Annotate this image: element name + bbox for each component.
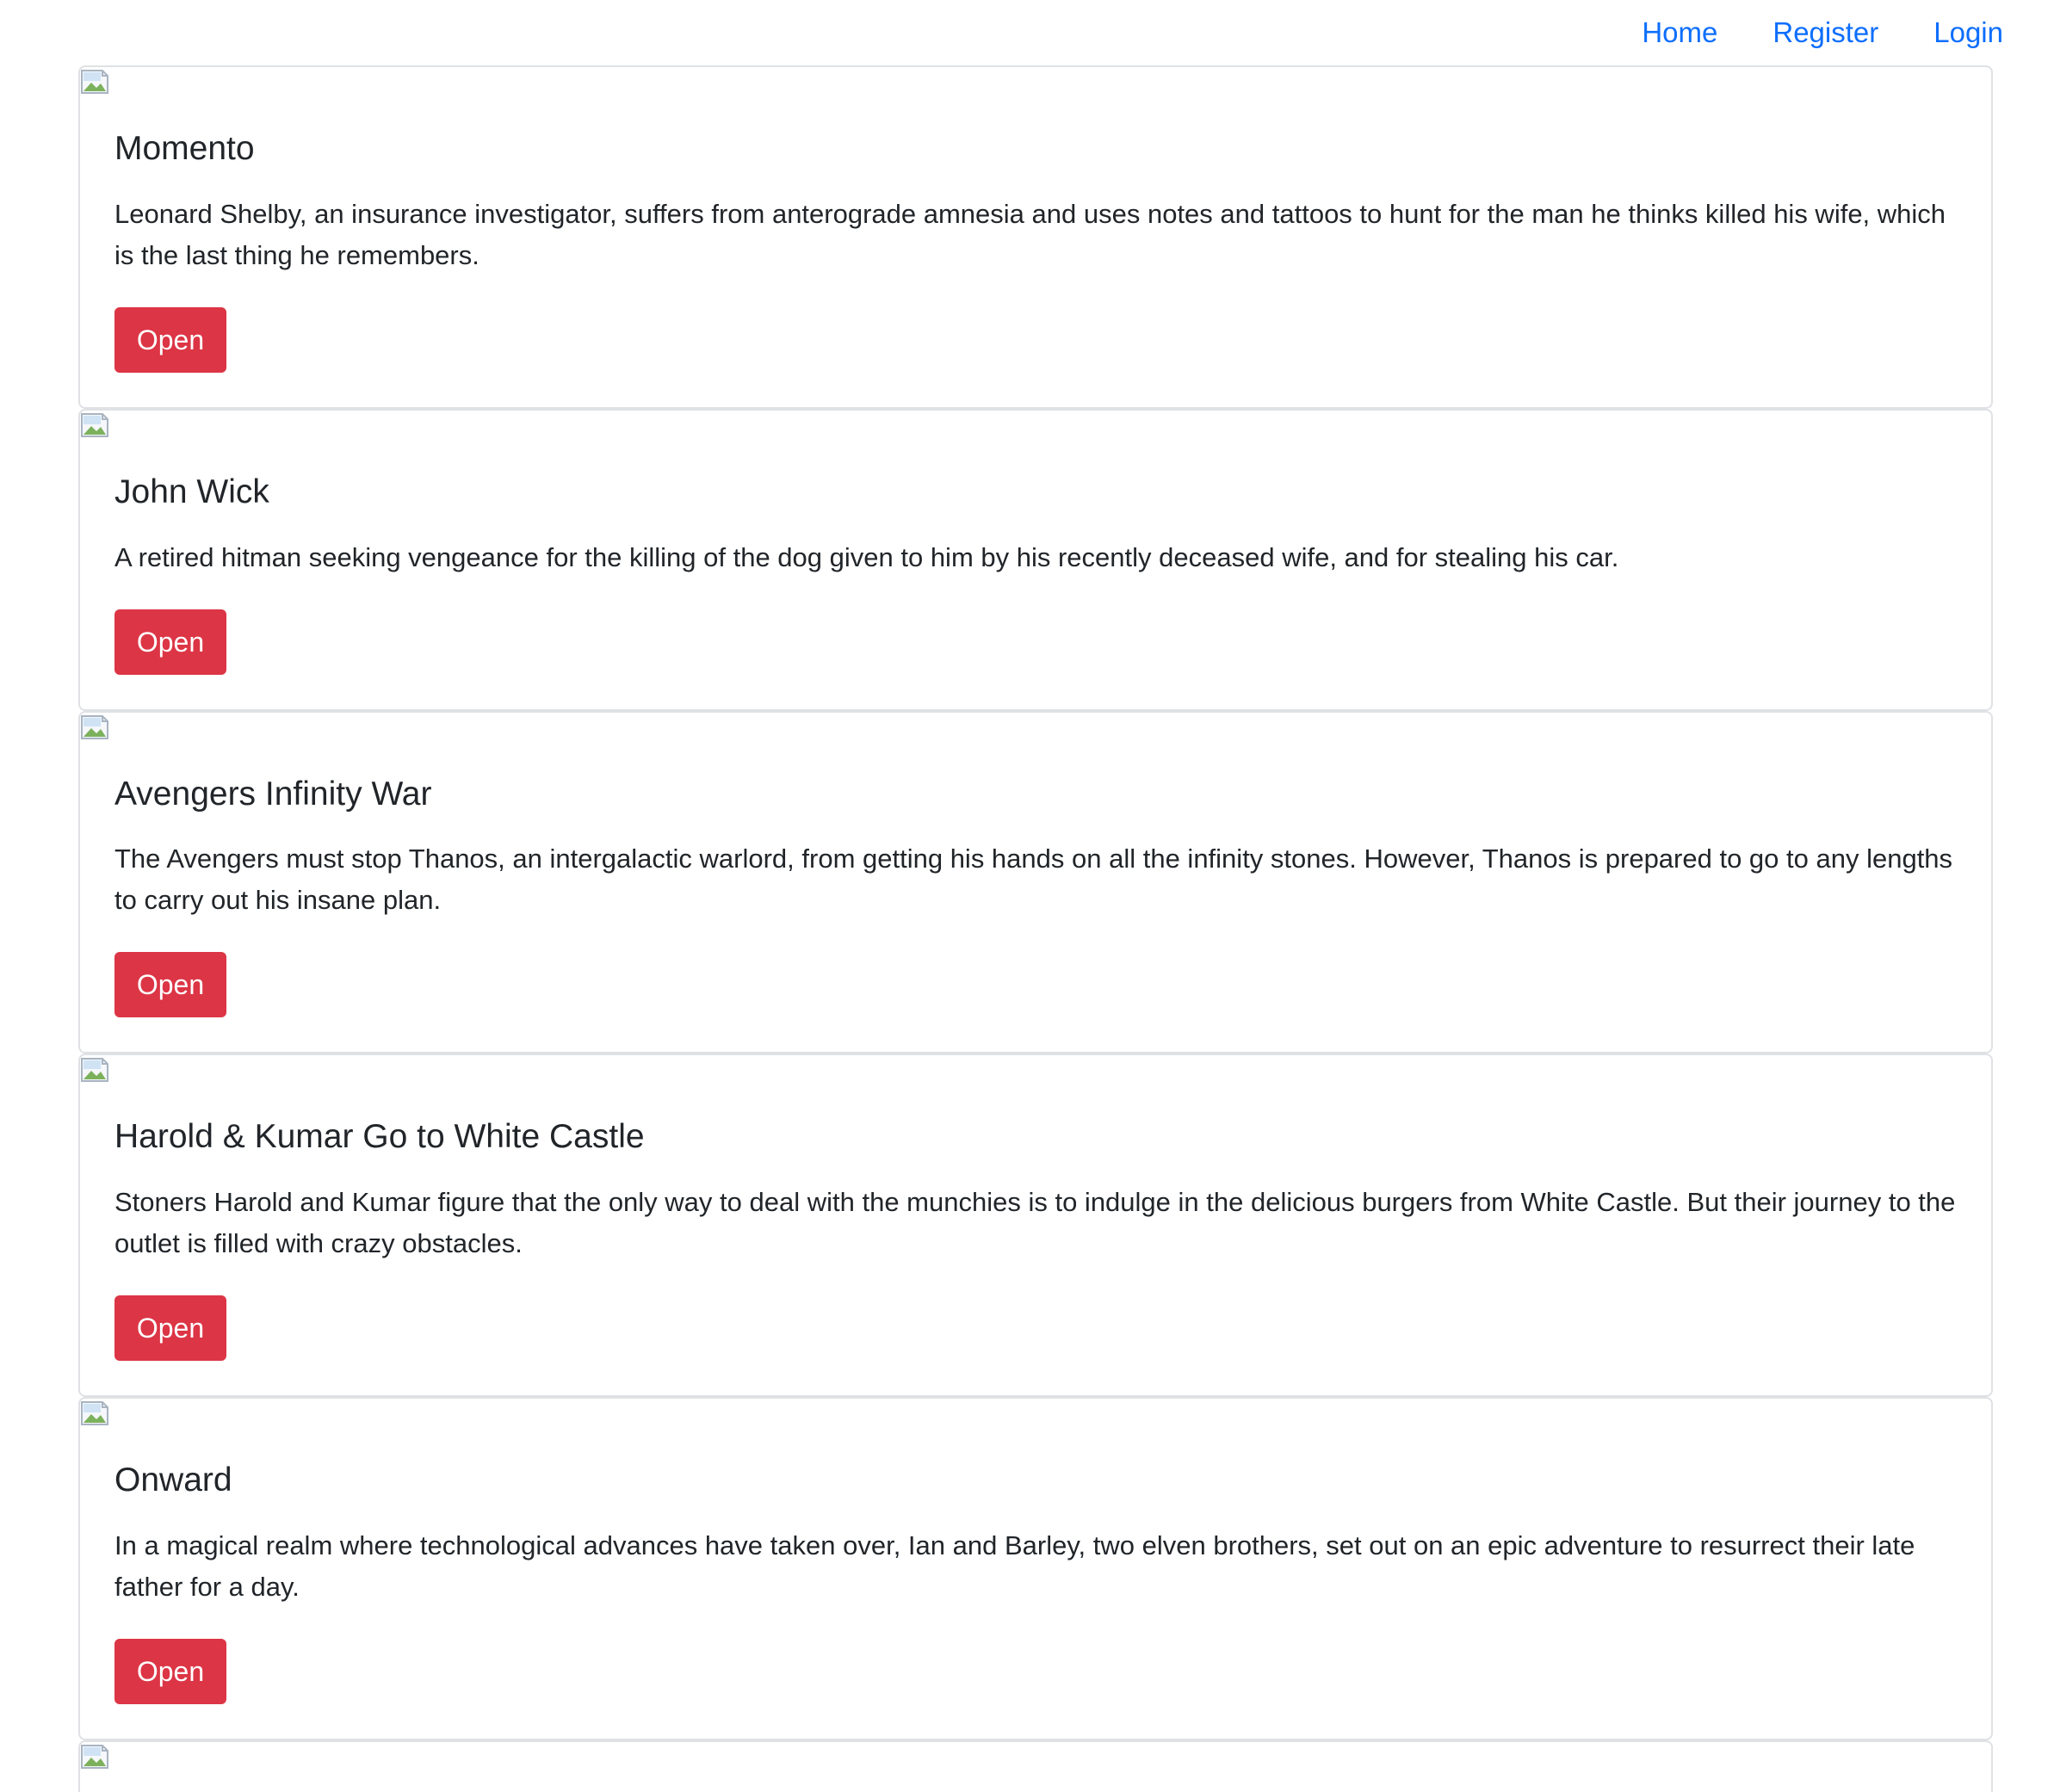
broken-image-icon <box>81 1744 108 1769</box>
movie-description: In a magical realm where technological a… <box>114 1529 1915 1602</box>
movie-card: Onward In a magical realm where technolo… <box>78 1397 1993 1740</box>
movie-title: Onward <box>114 1461 232 1499</box>
open-button[interactable]: Open <box>114 1638 226 1704</box>
open-button[interactable]: Open <box>114 1295 226 1362</box>
broken-image-icon <box>81 714 108 739</box>
movie-title: Harold & Kumar Go to White Castle <box>114 1118 645 1156</box>
top-nav: Home Register Login <box>1587 0 2054 64</box>
movie-title: Momento <box>114 130 255 167</box>
broken-image-icon <box>81 70 108 94</box>
movie-description: Leonard Shelby, an insurance investigato… <box>114 198 1946 270</box>
movie-card: Harold & Kumar Go to White Castle Stoner… <box>78 1054 1993 1398</box>
movie-description: Stoners Harold and Kumar figure that the… <box>114 1187 1956 1259</box>
movie-description: A retired hitman seeking vengeance for t… <box>114 541 1619 572</box>
open-button[interactable]: Open <box>114 306 226 373</box>
movie-card: John Wick A retired hitman seeking venge… <box>78 408 1993 711</box>
nav-home-link[interactable]: Home <box>1642 18 1717 46</box>
broken-image-icon <box>81 1401 108 1426</box>
movie-title: John Wick <box>114 473 269 510</box>
movie-description: The Avengers must stop Thanos, an interg… <box>114 843 1953 916</box>
movie-list: Momento Leonard Shelby, an insurance inv… <box>78 65 1993 1792</box>
movie-card-partial <box>78 1739 1993 1792</box>
broken-image-icon <box>81 412 108 437</box>
open-button[interactable]: Open <box>114 952 226 1018</box>
movie-card: Avengers Infinity War The Avengers must … <box>78 710 1993 1054</box>
movie-title: Avengers Infinity War <box>114 775 432 813</box>
movie-card: Momento Leonard Shelby, an insurance inv… <box>78 65 1993 409</box>
broken-image-icon <box>81 1058 108 1083</box>
nav-login-link[interactable]: Login <box>1933 18 2003 46</box>
open-button[interactable]: Open <box>114 609 226 675</box>
nav-register-link[interactable]: Register <box>1773 18 1878 46</box>
